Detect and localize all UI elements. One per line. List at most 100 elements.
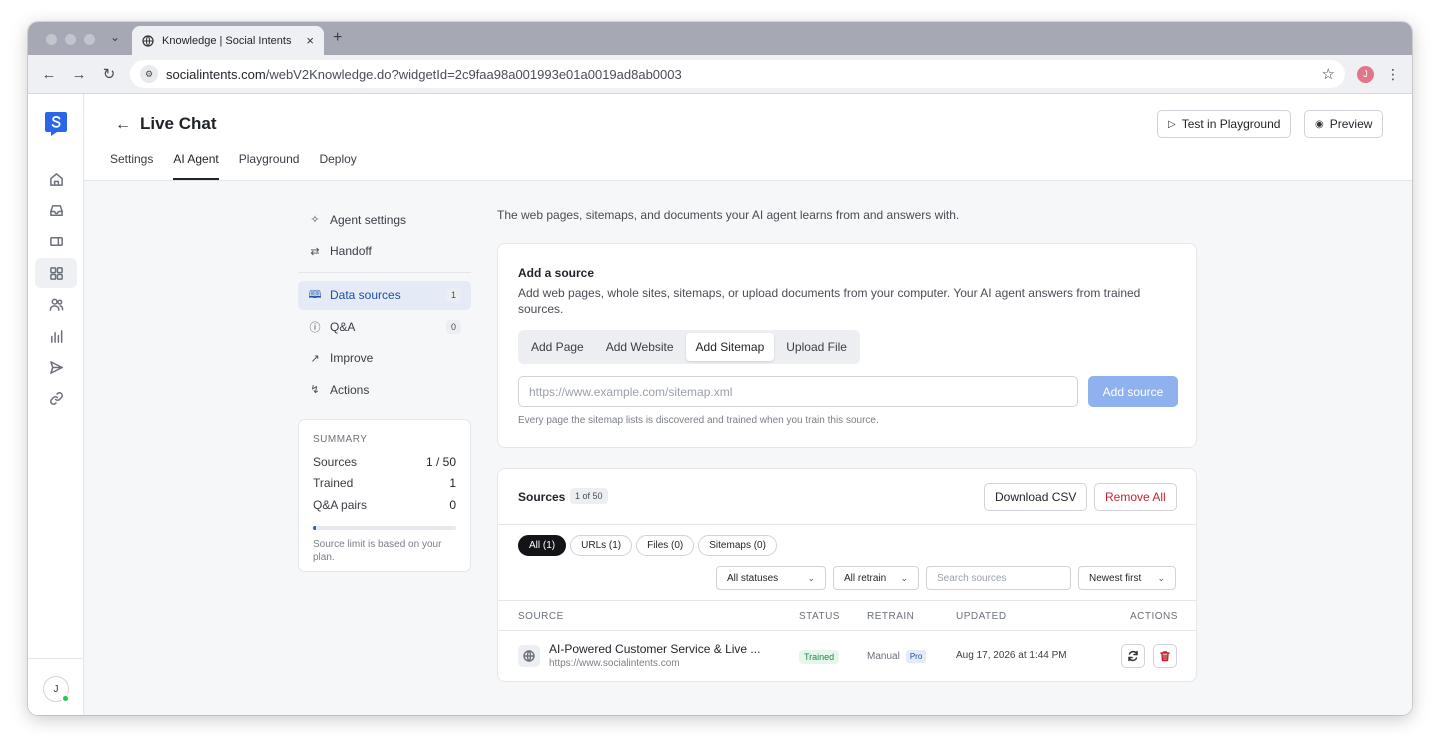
sort-value: Newest first — [1089, 572, 1142, 584]
tab-strip: ⌄ Knowledge | Social Intents × + — [28, 22, 1412, 55]
add-source-card: Add a source Add web pages, whole sites,… — [497, 243, 1197, 448]
mode-add-website[interactable]: Add Website — [596, 333, 684, 361]
user-initial: J — [53, 683, 59, 695]
delete-source-button[interactable] — [1153, 644, 1177, 668]
source-url: https://www.socialintents.com — [549, 658, 680, 669]
sources-header: Sources 1 of 50 Download CSV Remove All — [498, 469, 1196, 525]
url-host: socialintents.com — [166, 66, 266, 82]
user-avatar[interactable]: J — [43, 676, 70, 703]
preview-label: Preview — [1329, 117, 1373, 131]
sitemap-hint: Every page the sitemap lists is discover… — [518, 415, 879, 426]
summary-label: Sources — [313, 454, 358, 469]
subnav-handoff[interactable]: ⇄ Handoff — [298, 237, 471, 266]
browser-window: ⌄ Knowledge | Social Intents × + ← → ↻ ⚙… — [28, 22, 1412, 715]
subnav-improve[interactable]: ↗ Improve — [298, 344, 471, 373]
subnav-actions[interactable]: ↯ Actions — [298, 375, 471, 404]
status-filter-select[interactable]: All statuses ⌄ — [716, 566, 826, 590]
add-source-button[interactable]: Add source — [1088, 376, 1178, 407]
sources-table-header: SOURCE STATUS RETRAIN UPDATED ACTIONS — [498, 600, 1196, 631]
new-tab-icon[interactable]: + — [333, 29, 342, 47]
rail-users-icon[interactable] — [35, 289, 77, 319]
rail-apps-icon[interactable] — [35, 258, 77, 288]
social-intents-logo[interactable] — [43, 110, 69, 136]
play-icon: ▷ — [1168, 118, 1176, 130]
subnav-data-sources[interactable]: 🕮 Data sources 1 — [298, 280, 471, 310]
col-source: SOURCE — [518, 611, 564, 622]
retrain-button[interactable] — [1121, 644, 1145, 668]
site-settings-icon[interactable]: ⚙ — [140, 65, 158, 83]
globe-icon — [518, 645, 540, 667]
sources-count-badge: 1 of 50 — [570, 488, 608, 504]
summary-row-qa-pairs: Q&A pairs 0 — [313, 494, 456, 516]
chip-all[interactable]: All (1) — [518, 535, 567, 556]
tab-playground[interactable]: Playground — [239, 152, 300, 180]
rail-link-icon[interactable] — [35, 383, 77, 413]
maximize-window-button[interactable] — [84, 34, 95, 45]
url-text: socialintents.com/webV2Knowledge.do?widg… — [166, 67, 1314, 82]
profile-avatar[interactable]: J — [1357, 65, 1374, 83]
chip-urls[interactable]: URLs (1) — [570, 535, 633, 556]
icon-rail: J — [28, 94, 84, 715]
chip-sitemaps[interactable]: Sitemaps (0) — [698, 535, 777, 556]
mode-add-sitemap[interactable]: Add Sitemap — [685, 333, 775, 361]
book-icon: 🕮 — [308, 288, 322, 301]
page-title: Live Chat — [140, 114, 217, 133]
rail-analytics-icon[interactable] — [35, 321, 77, 351]
back-icon[interactable]: ← — [40, 65, 58, 83]
test-in-playground-button[interactable]: ▷ Test in Playground — [1157, 110, 1292, 138]
subnav-label: Agent settings — [330, 212, 407, 227]
source-limit-progress — [313, 525, 456, 530]
rail-inbox-icon[interactable] — [35, 195, 77, 225]
browser-tab[interactable]: Knowledge | Social Intents × — [132, 26, 324, 55]
bolt-icon: ↯ — [310, 384, 320, 396]
subnav-qa[interactable]: ⓘ Q&A 0 — [298, 312, 471, 341]
close-window-button[interactable] — [46, 34, 57, 45]
close-tab-icon[interactable]: × — [306, 33, 314, 48]
retrain-filter-value: All retrain — [844, 572, 887, 584]
chip-files[interactable]: Files (0) — [636, 535, 695, 556]
summary-row-trained: Trained 1 — [313, 473, 456, 495]
online-status-dot — [61, 694, 70, 703]
rail-send-icon[interactable] — [35, 352, 77, 382]
url-path: /webV2Knowledge.do?widgetId=2c9faa98a001… — [265, 66, 682, 82]
mode-add-page[interactable]: Add Page — [521, 333, 594, 361]
col-retrain: RETRAIN — [867, 611, 915, 622]
download-csv-button[interactable]: Download CSV — [984, 483, 1088, 511]
reload-icon[interactable]: ↻ — [100, 65, 118, 83]
back-arrow-icon[interactable]: ← — [115, 116, 131, 134]
trash-icon — [1160, 651, 1170, 662]
sitemap-url-input[interactable] — [518, 376, 1078, 407]
tab-ai-agent[interactable]: AI Agent — [173, 152, 219, 180]
sources-title: Sources — [518, 490, 566, 504]
tab-deploy[interactable]: Deploy — [319, 152, 356, 180]
subnav-agent-settings[interactable]: ✧ Agent settings — [298, 205, 471, 234]
rail-ticket-icon[interactable] — [35, 226, 77, 256]
retrain-cell: Manual Pro — [867, 650, 927, 663]
address-bar[interactable]: ⚙ socialintents.com/webV2Knowledge.do?wi… — [130, 60, 1345, 88]
browser-menu-icon[interactable]: ⋮ — [1386, 66, 1400, 83]
sort-select[interactable]: Newest first ⌄ — [1078, 566, 1176, 590]
browser-toolbar: ← → ↻ ⚙ socialintents.com/webV2Knowledge… — [28, 55, 1412, 94]
subnav-label: Actions — [330, 382, 370, 397]
forward-icon[interactable]: → — [70, 65, 88, 83]
swap-icon: ⇄ — [310, 245, 320, 258]
subnav-label: Handoff — [330, 244, 372, 258]
preview-button[interactable]: ◉ Preview — [1304, 110, 1384, 138]
progress-fill — [313, 525, 316, 530]
table-row[interactable]: AI-Powered Customer Service & Live ... h… — [498, 631, 1196, 682]
page-tabs: Settings AI Agent Playground Deploy — [110, 152, 357, 180]
source-name[interactable]: AI-Powered Customer Service & Live ... — [549, 642, 774, 656]
col-status: STATUS — [799, 611, 840, 622]
minimize-window-button[interactable] — [65, 34, 76, 45]
globe-icon — [142, 34, 154, 47]
summary-value: 1 — [449, 476, 456, 491]
mode-upload-file[interactable]: Upload File — [776, 333, 857, 361]
bookmark-star-icon[interactable]: ☆ — [1322, 65, 1335, 83]
rail-home-icon[interactable] — [35, 164, 77, 194]
search-sources-input[interactable] — [926, 566, 1071, 590]
retrain-filter-select[interactable]: All retrain ⌄ — [833, 566, 919, 590]
tab-settings[interactable]: Settings — [110, 152, 153, 180]
tab-search-icon[interactable]: ⌄ — [110, 30, 120, 44]
remove-all-button[interactable]: Remove All — [1094, 483, 1177, 511]
agent-subnav: ✧ Agent settings ⇄ Handoff 🕮 Data source… — [298, 205, 471, 407]
